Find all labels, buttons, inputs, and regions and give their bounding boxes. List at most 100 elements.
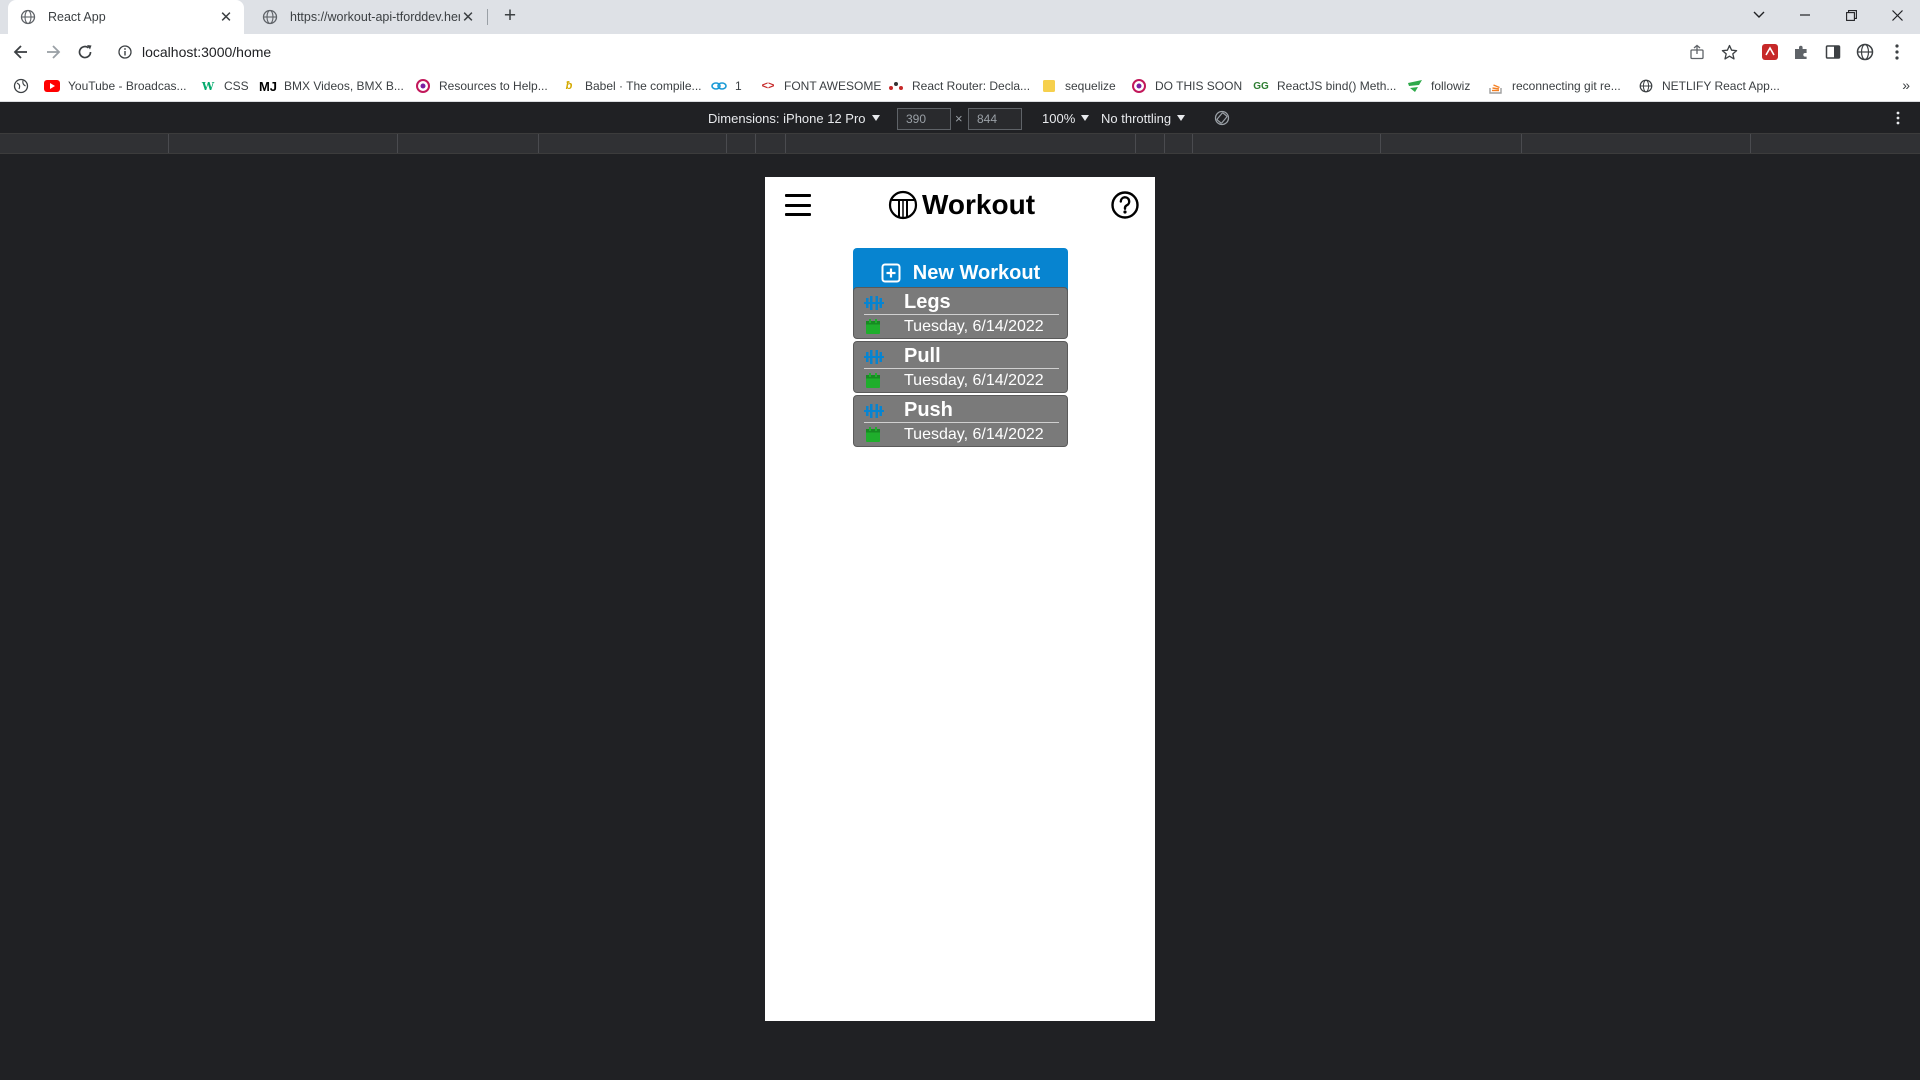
bookmarks-bar: YouTube - Broadcas... W CSS MJ BMX Video… <box>0 70 1920 102</box>
close-tab-icon[interactable]: ✕ <box>218 8 234 26</box>
bookmark-do-this-soon[interactable]: DO THIS SOON <box>1131 78 1242 94</box>
close-window-icon[interactable] <box>1874 0 1920 30</box>
address-text: localhost:3000/home <box>142 44 272 60</box>
reload-icon[interactable] <box>73 40 97 64</box>
workout-card[interactable]: Push Tuesday, 6/14/2022 <box>853 395 1068 447</box>
ruler-segment[interactable] <box>1165 134 1193 153</box>
info-icon[interactable] <box>118 45 132 59</box>
app-header: Workout <box>765 177 1155 233</box>
throttling-select[interactable]: No throttling <box>1101 110 1186 126</box>
tab-title: React App <box>48 10 106 24</box>
code-icon: <> <box>761 80 775 92</box>
bookmark-sequelize[interactable]: sequelize <box>1041 78 1116 94</box>
bookmark-babel[interactable]: ƀ Babel · The compile... <box>561 78 702 94</box>
ruler-segment[interactable] <box>0 134 169 153</box>
workout-date: Tuesday, 6/14/2022 <box>904 426 1044 443</box>
bookmarks-overflow-icon[interactable]: » <box>1902 77 1910 93</box>
tab-react-app[interactable]: React App ✕ <box>8 0 244 34</box>
app-page: Workout New Workout Legs Tuesday, 6/14/2… <box>765 177 1155 1021</box>
react-router-icon <box>888 78 904 94</box>
bookmark-bmx[interactable]: MJ BMX Videos, BMX B... <box>258 78 404 94</box>
ruler-segment[interactable] <box>786 134 1136 153</box>
ruler-segment[interactable] <box>1522 134 1751 153</box>
bookmark-label: followiz <box>1431 79 1471 93</box>
resources-icon <box>415 78 431 94</box>
zoom-select[interactable]: 100% <box>1042 110 1090 126</box>
workout-card[interactable]: Pull Tuesday, 6/14/2022 <box>853 341 1068 393</box>
ruler-segment[interactable] <box>1381 134 1522 153</box>
zoom-label: 100% <box>1042 110 1076 126</box>
help-icon[interactable] <box>1110 190 1140 220</box>
dropdown-caret-icon <box>1177 115 1186 121</box>
gfg-icon: GG <box>1253 80 1269 92</box>
device-select[interactable]: Dimensions: iPhone 12 Pro <box>708 110 880 126</box>
bookmark-reconnecting-git[interactable]: reconnecting git re... <box>1488 78 1621 94</box>
bookmark-label: Babel · The compile... <box>585 79 702 93</box>
bookmark-react-router[interactable]: React Router: Decla... <box>888 78 1030 94</box>
calendar-icon <box>866 319 880 334</box>
bookmark-font-awesome[interactable]: <> FONT AWESOME <box>760 78 882 94</box>
tab-strip: React App ✕ https://workout-api-tforddev… <box>0 0 1920 34</box>
workout-card[interactable]: Legs Tuesday, 6/14/2022 <box>853 287 1068 339</box>
apps-globe-icon[interactable] <box>13 78 29 94</box>
bookmark-label: FONT AWESOME <box>784 79 882 93</box>
bookmark-label: CSS <box>224 79 249 93</box>
mj-icon: MJ <box>258 78 278 94</box>
ruler-segment[interactable] <box>1751 134 1920 153</box>
app-brand[interactable]: Workout <box>888 187 1035 223</box>
ruler-segment[interactable] <box>398 134 539 153</box>
bookmark-css[interactable]: W CSS <box>200 78 249 94</box>
ruler-segment[interactable] <box>727 134 756 153</box>
bookmark-resources[interactable]: Resources to Help... <box>415 78 548 94</box>
bookmark-label: sequelize <box>1065 79 1116 93</box>
workout-name: Push <box>904 399 953 421</box>
new-tab-icon[interactable]: + <box>498 5 522 29</box>
profile-globe-icon[interactable] <box>1854 41 1876 63</box>
bookmark-netlify[interactable]: NETLIFY React App... <box>1638 78 1780 94</box>
bookmark-1[interactable]: 1 <box>711 78 742 94</box>
back-icon[interactable] <box>9 40 33 64</box>
bookmark-label: DO THIS SOON <box>1155 79 1243 93</box>
tab-separator <box>487 9 488 25</box>
throttling-label: No throttling <box>1101 110 1172 126</box>
bookmark-youtube[interactable]: YouTube - Broadcas... <box>44 78 187 94</box>
extension-red-icon[interactable] <box>1759 41 1781 63</box>
bookmark-followiz[interactable]: followiz <box>1407 78 1470 94</box>
close-tab-icon[interactable]: ✕ <box>460 8 476 26</box>
extensions-puzzle-icon[interactable] <box>1790 41 1812 63</box>
side-panel-icon[interactable] <box>1822 41 1844 63</box>
minimize-icon[interactable] <box>1782 0 1828 30</box>
hamburger-menu-icon[interactable] <box>785 194 811 216</box>
tab-search-icon[interactable] <box>1736 0 1782 30</box>
bookmark-star-icon[interactable] <box>1718 41 1740 63</box>
ruler-segment[interactable] <box>1193 134 1381 153</box>
address-bar[interactable]: localhost:3000/home <box>108 39 1755 65</box>
ruler-segment[interactable] <box>169 134 398 153</box>
height-input[interactable]: 844 <box>968 108 1022 130</box>
ruler-segment[interactable] <box>539 134 727 153</box>
folder-icon <box>1041 78 1057 94</box>
bookmark-reactjs-bind[interactable]: GG ReactJS bind() Meth... <box>1253 78 1396 94</box>
dropdown-caret-icon <box>871 115 880 121</box>
device-label: Dimensions: iPhone 12 Pro <box>708 110 866 126</box>
restore-icon[interactable] <box>1828 0 1874 30</box>
forward-icon[interactable] <box>41 40 65 64</box>
workout-date: Tuesday, 6/14/2022 <box>904 318 1044 335</box>
menu-kebab-icon[interactable] <box>1886 41 1908 63</box>
ruler-segment[interactable] <box>1136 134 1165 153</box>
ruler-segment[interactable] <box>756 134 786 153</box>
bookmark-label: ReactJS bind() Meth... <box>1277 79 1397 93</box>
device-options-icon[interactable] <box>1896 110 1900 126</box>
dropdown-caret-icon <box>1081 115 1090 121</box>
plus-square-icon <box>881 263 901 283</box>
workout-name: Legs <box>904 291 951 313</box>
share-icon[interactable] <box>1686 41 1708 63</box>
bookmark-label: YouTube - Broadcas... <box>68 79 187 93</box>
rotate-icon[interactable] <box>1214 110 1230 126</box>
calendar-icon <box>866 373 880 388</box>
tab-workout-api[interactable]: https://workout-api-tforddev.her ✕ <box>250 0 486 34</box>
width-input[interactable]: 390 <box>897 108 951 130</box>
workout-date: Tuesday, 6/14/2022 <box>904 372 1044 389</box>
bookmark-label: 1 <box>735 79 742 93</box>
workout-card-date-row: Tuesday, 6/14/2022 <box>864 424 1059 446</box>
